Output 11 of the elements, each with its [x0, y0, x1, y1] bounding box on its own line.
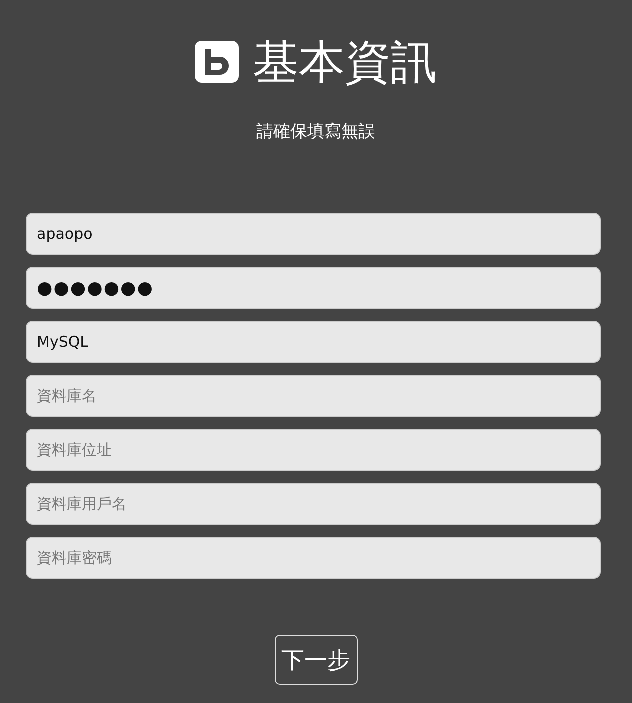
- input-field[interactable]: apaopo: [26, 213, 601, 255]
- input-field[interactable]: 資料庫密碼: [26, 537, 601, 579]
- input-field[interactable]: 資料庫用戶名: [26, 483, 601, 525]
- subtitle: 請確保填寫無誤: [256, 121, 376, 143]
- next-button[interactable]: 下一步: [274, 635, 358, 685]
- input-field[interactable]: MySQL: [26, 321, 601, 363]
- input-field[interactable]: 資料庫名: [26, 375, 601, 417]
- page-title: 基本資訊: [253, 39, 437, 85]
- input-field[interactable]: ●●●●●●●: [26, 267, 601, 309]
- input-field[interactable]: 資料庫位址: [26, 429, 601, 471]
- logo-icon: [195, 41, 239, 83]
